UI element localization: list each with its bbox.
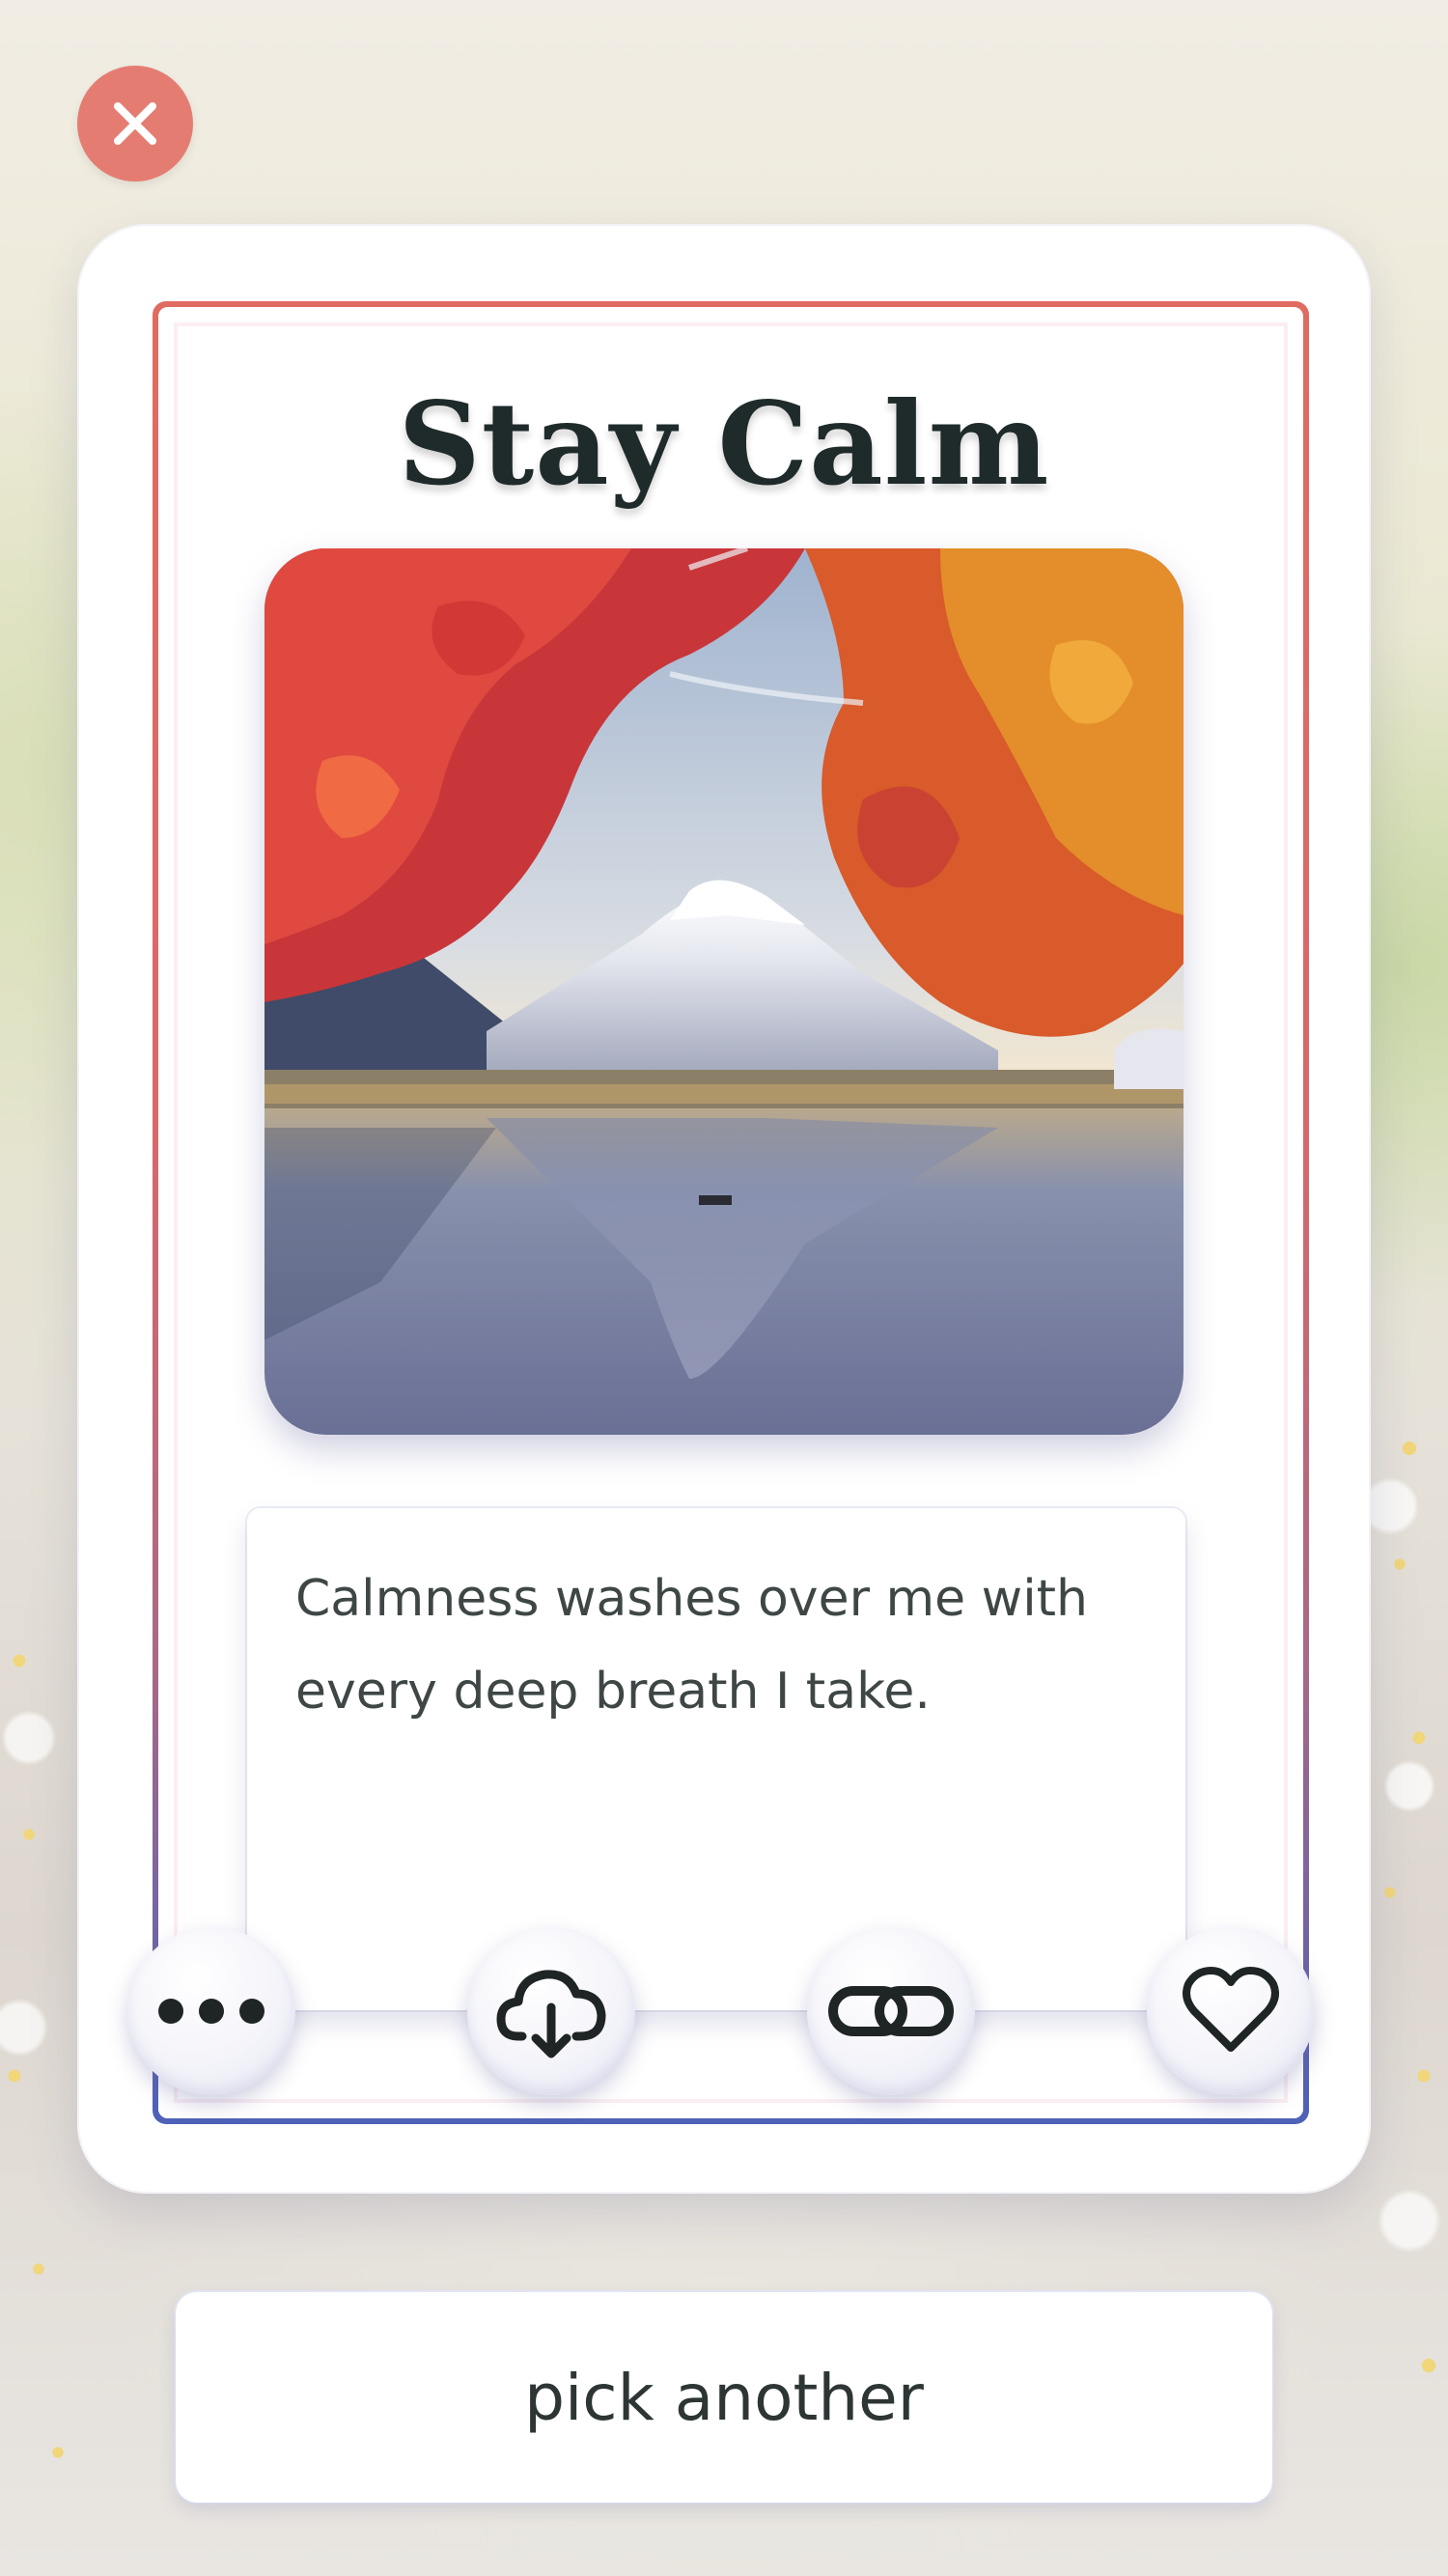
cloud-download-icon — [496, 1970, 606, 2058]
affirmation-panel: Calmness washes over me with every deep … — [247, 1508, 1185, 2010]
more-button[interactable] — [127, 1927, 295, 2095]
favorite-button[interactable] — [1147, 1927, 1315, 2095]
card-title: Stay Calm — [398, 377, 1050, 511]
download-button[interactable] — [467, 1927, 635, 2095]
link-icon — [828, 1986, 954, 2036]
close-button[interactable] — [77, 66, 193, 182]
close-icon — [114, 102, 156, 145]
link-button[interactable] — [807, 1927, 975, 2095]
affirmation-card: Stay Calm Calmness washes over me with e… — [77, 224, 1371, 2194]
heart-icon — [1183, 1967, 1279, 2052]
pick-another-button[interactable]: pick another — [176, 2292, 1272, 2503]
more-dots-icon — [158, 1999, 265, 2024]
card-image — [265, 548, 1183, 1435]
affirmation-text: Calmness washes over me with every deep … — [295, 1570, 1088, 1721]
